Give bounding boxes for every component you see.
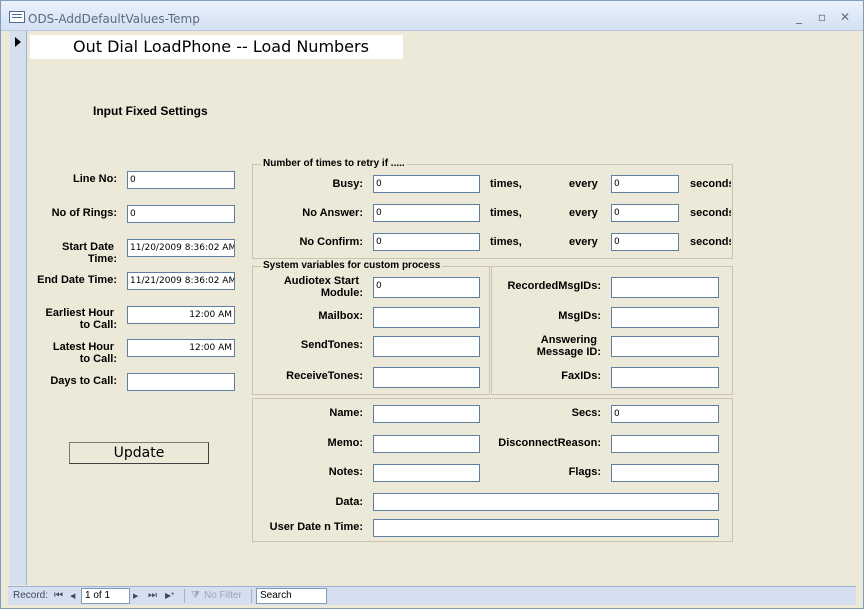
last-record-icon[interactable]: ⏭ [148, 590, 157, 601]
recordedmsgids-label: RecordedMsgIDs: [507, 280, 601, 292]
data-field[interactable] [373, 493, 719, 511]
form-title: Out Dial LoadPhone -- Load Numbers [73, 37, 369, 56]
form-window: ODS-AddDefaultValues-Temp _ ▫ ✕ Out Dial… [0, 0, 864, 609]
start-date-label: Start Date [62, 241, 114, 253]
no-answer-label: No Answer: [302, 207, 363, 219]
no-confirm-every-text: every [569, 236, 598, 248]
mailbox-field[interactable] [373, 307, 480, 328]
audiotex-label: Audiotex Start [283, 275, 359, 287]
update-button[interactable]: Update [69, 442, 209, 464]
user-date-time-label: User Date n Time: [269, 521, 363, 533]
no-confirm-times-field[interactable]: 0 [373, 233, 480, 251]
receivetones-label: ReceiveTones: [286, 370, 363, 382]
earliest-hour-label-2: to Call: [79, 319, 117, 331]
minimize-button[interactable]: _ [791, 10, 807, 24]
msgids-label: MsgIDs: [558, 310, 601, 322]
no-confirm-label: No Confirm: [299, 236, 363, 248]
current-record-arrow-icon [15, 37, 21, 47]
no-confirm-times-text: times, [490, 236, 522, 248]
busy-seconds-text: seconds [690, 179, 731, 190]
line-no-field[interactable]: 0 [127, 171, 235, 189]
earliest-hour-label: Earliest Hour [45, 307, 114, 319]
flags-field[interactable] [611, 464, 719, 482]
name-label: Name: [329, 407, 363, 419]
no-answer-times-field[interactable]: 0 [373, 204, 480, 222]
no-confirm-seconds-field[interactable]: 0 [611, 233, 679, 251]
memo-label: Memo: [327, 437, 363, 449]
restore-button[interactable]: ▫ [814, 10, 830, 24]
record-navigation-bar: Record: ⏮ ◀ 1 of 1 ▶ ⏭ ▶* ⧩ No Filter Se… [8, 586, 856, 605]
answering-message-id-field[interactable] [611, 336, 719, 357]
end-date-field[interactable]: 11/21/2009 8:36:02 AM [127, 272, 235, 290]
data-label: Data: [335, 496, 363, 508]
latest-hour-label: Latest Hour [52, 341, 114, 353]
form-icon [9, 11, 25, 23]
start-date-label-2: Time: [87, 253, 117, 265]
busy-every-text: every [569, 178, 598, 190]
days-to-call-label: Days to Call: [50, 375, 117, 387]
faxids-label: FaxIDs: [561, 370, 601, 382]
secs-label: Secs: [571, 407, 601, 419]
days-to-call-field[interactable] [127, 373, 235, 391]
no-of-rings-field[interactable]: 0 [127, 205, 235, 223]
memo-field[interactable] [373, 435, 480, 453]
nav-separator [184, 589, 185, 603]
mailbox-label: Mailbox: [318, 310, 363, 322]
no-of-rings-label: No of Rings: [51, 207, 117, 219]
record-label: Record: [13, 590, 49, 601]
busy-times-field[interactable]: 0 [373, 175, 480, 193]
no-answer-times-text: times, [490, 207, 522, 219]
busy-label: Busy: [332, 178, 363, 190]
notes-label: Notes: [328, 466, 363, 478]
form-header: Out Dial LoadPhone -- Load Numbers [30, 35, 403, 59]
notes-field[interactable] [373, 464, 480, 482]
no-answer-every-text: every [569, 207, 598, 219]
audiotex-field[interactable]: 0 [373, 277, 480, 298]
previous-record-icon[interactable]: ◀ [70, 592, 75, 600]
receivetones-field[interactable] [373, 367, 480, 388]
latest-hour-field[interactable]: 12:00 AM [127, 339, 235, 357]
name-field[interactable] [373, 405, 480, 423]
line-no-label: Line No: [73, 173, 117, 185]
latest-hour-label-2: to Call: [79, 353, 117, 365]
no-confirm-seconds-text: seconds [690, 237, 731, 248]
user-date-time-field[interactable] [373, 519, 719, 537]
flags-label: Flags: [568, 466, 601, 478]
record-position-field[interactable]: 1 of 1 [81, 588, 130, 604]
faxids-field[interactable] [611, 367, 719, 388]
end-date-label: End Date Time: [37, 274, 117, 286]
secs-field[interactable]: 0 [611, 405, 719, 423]
no-answer-seconds-field[interactable]: 0 [611, 204, 679, 222]
retry-group-caption: Number of times to retry if ..... [261, 158, 407, 169]
busy-seconds-field[interactable]: 0 [611, 175, 679, 193]
sendtones-label: SendTones: [300, 339, 363, 351]
msgids-field[interactable] [611, 307, 719, 328]
start-date-field[interactable]: 11/20/2009 8:36:02 AM [127, 239, 235, 257]
audiotex-label-2: Module: [320, 287, 363, 299]
next-record-icon[interactable]: ▶ [133, 592, 138, 600]
recordedmsgids-field[interactable] [611, 277, 719, 298]
sendtones-field[interactable] [373, 336, 480, 357]
nav-separator-2 [251, 589, 252, 603]
title-bar: ODS-AddDefaultValues-Temp _ ▫ ✕ [1, 1, 863, 31]
earliest-hour-field[interactable]: 12:00 AM [127, 306, 235, 324]
disconnect-reason-label: DisconnectReason: [498, 437, 601, 449]
no-answer-seconds-text: seconds [690, 208, 731, 219]
busy-times-text: times, [490, 178, 522, 190]
close-button[interactable]: ✕ [837, 10, 853, 24]
no-filter-label[interactable]: No Filter [204, 590, 242, 601]
first-record-icon[interactable]: ⏮ [54, 590, 63, 601]
section-title: Input Fixed Settings [93, 104, 208, 118]
window-title: ODS-AddDefaultValues-Temp [28, 12, 200, 26]
answering-label: Answering [540, 334, 597, 346]
filter-funnel-icon: ⧩ [191, 590, 200, 601]
sysvars-group-caption: System variables for custom process [261, 260, 443, 271]
answering-label-2: Message ID: [536, 346, 601, 358]
disconnect-reason-field[interactable] [611, 435, 719, 453]
search-input[interactable]: Search [256, 588, 327, 604]
new-record-icon[interactable]: ▶* [165, 591, 174, 600]
